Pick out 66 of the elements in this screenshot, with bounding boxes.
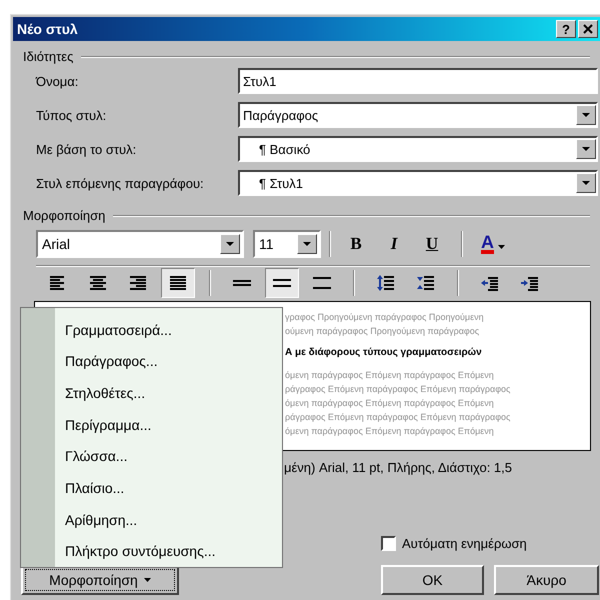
- menu-item[interactable]: Παράγραφος...: [55, 346, 216, 378]
- group-label: Μορφοποίηση: [23, 208, 106, 223]
- menu-item[interactable]: Αρίθμηση...: [55, 504, 216, 536]
- menu-item[interactable]: Περίγραμμα...: [55, 408, 216, 440]
- field-label: Όνομα:: [34, 74, 80, 88]
- checkbox-label: Αυτόματη ενημέρωση: [402, 536, 527, 550]
- menu-item[interactable]: Γραμματοσειρά...: [55, 314, 216, 346]
- align-justify-button[interactable]: [161, 268, 195, 298]
- field-label: Τύπος στυλ:: [35, 108, 108, 122]
- paragraph-spacing-icon: [417, 275, 435, 291]
- close-button[interactable]: [578, 20, 598, 38]
- dropdown-arrow-button[interactable]: [576, 173, 596, 193]
- font-color-button[interactable]: A: [471, 229, 515, 259]
- dropdown-arrow-button[interactable]: [220, 234, 240, 254]
- caret-icon: [582, 113, 590, 117]
- preview-text: γραφος Προηγούμενη παράγραφος Προηγούμενη: [285, 311, 485, 324]
- field-label: Με βάση το στυλ:: [35, 142, 138, 156]
- align-right-icon: [130, 276, 146, 290]
- italic-button[interactable]: I: [377, 229, 411, 259]
- dropdown-field[interactable]: ¶ Στυλ1: [238, 170, 598, 196]
- dropdown-field[interactable]: Παράγραφος: [238, 102, 598, 128]
- preview-text: ράγραφος Επόμενη παράγραφος Επόμενη παράγραφος: [285, 383, 512, 396]
- dropdown-field[interactable]: ¶ Βασικό: [238, 136, 598, 162]
- close-icon: [583, 24, 593, 34]
- style-description: μένη) Arial, 11 pt, Πλήρης, Διάστιχο: 1,5: [284, 460, 512, 475]
- menu-item[interactable]: Πλήκτρο συντόμευσης...: [55, 535, 216, 567]
- preview-text: όμενη παράγραφος Επόμενη παράγραφος Επόμενη: [285, 369, 495, 382]
- indent-decrease-icon: [481, 274, 499, 292]
- caret-icon: [582, 147, 590, 151]
- align-center-icon: [90, 276, 106, 290]
- preview-text: ούμενη παράγραφος Προηγούμενη παράγραφος: [285, 325, 480, 338]
- caret-icon: [303, 242, 311, 246]
- help-button[interactable]: ?: [556, 20, 576, 38]
- input-field[interactable]: Στυλ1: [238, 68, 598, 94]
- field-label: Στυλ επόμενης παραγράφου:: [35, 176, 205, 190]
- caret-icon: [226, 242, 234, 246]
- preview-text: όμενη παράγραφος Επόμενη παράγραφος Επόμενη: [285, 425, 495, 438]
- align-justify-icon: [170, 276, 186, 290]
- line-spacing-icon: [273, 276, 291, 290]
- preview-text: όμενη παράγραφος Επόμενη παράγραφος Επόμενη: [285, 397, 495, 410]
- format-menu-button[interactable]: Μορφοποίηση: [21, 565, 179, 595]
- preview-text: ράγραφος Επόμενη παράγραφος Επόμενη παράγραφος: [285, 411, 512, 424]
- caret-icon: [498, 245, 505, 249]
- menu-item[interactable]: Στηλοθέτες...: [55, 377, 216, 409]
- dropdown-arrow-button[interactable]: [297, 234, 317, 254]
- line-spacing-icon: [313, 276, 331, 290]
- font-dropdown[interactable]: Arial: [36, 230, 244, 258]
- sample-text: Α με διάφορους τύπους γραμματοσειρών: [285, 346, 483, 360]
- caret-icon: [144, 578, 151, 582]
- caret-icon: [582, 181, 590, 185]
- auto-update-checkbox[interactable]: [381, 536, 396, 550]
- group-label: Ιδιότητες: [23, 49, 74, 64]
- menu-item[interactable]: Γλώσσα...: [55, 440, 216, 472]
- window-title: Νέο στυλ: [17, 21, 79, 37]
- ok-button[interactable]: OK: [381, 565, 484, 595]
- menu-item[interactable]: Πλαίσιο...: [55, 472, 216, 504]
- indent-increase-icon: [521, 274, 539, 292]
- size-dropdown[interactable]: 11: [253, 230, 321, 258]
- dropdown-arrow-button[interactable]: [576, 105, 596, 125]
- align-left-icon: [50, 276, 66, 290]
- paragraph-spacing-icon: [377, 275, 395, 291]
- dropdown-arrow-button[interactable]: [576, 139, 596, 159]
- line-spacing-button[interactable]: [265, 268, 299, 298]
- bold-button[interactable]: B: [339, 229, 373, 259]
- cancel-button[interactable]: Άκυρο: [494, 565, 599, 595]
- underline-button[interactable]: U: [415, 229, 449, 259]
